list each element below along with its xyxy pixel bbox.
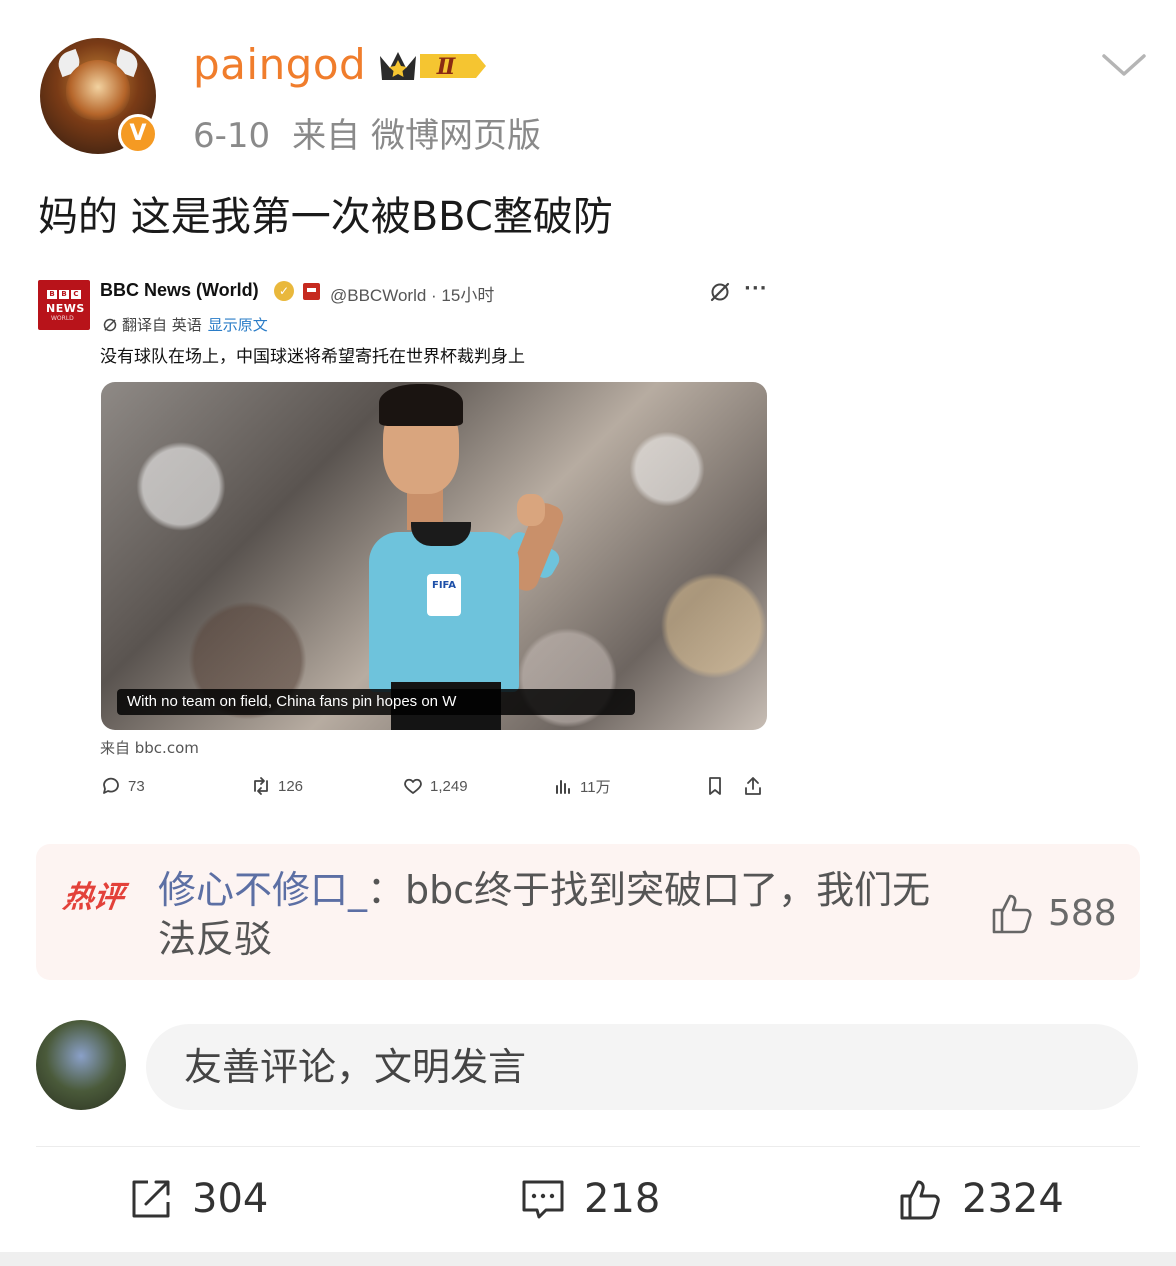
hot-comment-tag: 热评 xyxy=(61,880,126,915)
translated-from-label: 翻译自 英语 xyxy=(122,316,202,334)
like-count: 1,249 xyxy=(430,777,468,795)
chevron-down-icon[interactable] xyxy=(1100,50,1148,80)
retweet-action[interactable]: 126 xyxy=(250,775,303,797)
bookmark-action[interactable] xyxy=(704,775,726,797)
hot-comment-separator: ： xyxy=(367,868,406,912)
tweet-media-image[interactable]: FIFA With no team on field, China fans p… xyxy=(101,382,767,730)
hot-comment-user[interactable]: 修心不修口_ xyxy=(158,868,367,912)
comment-count: 218 xyxy=(584,1176,661,1222)
translate-icon xyxy=(103,318,117,332)
share-icon xyxy=(745,777,761,795)
fifa-badge: FIFA xyxy=(427,574,461,616)
member-crown-icon[interactable]: Ⅱ xyxy=(376,46,488,86)
level-text: Ⅱ xyxy=(436,54,457,80)
repost-count: 304 xyxy=(192,1176,269,1222)
divider xyxy=(36,1146,1140,1147)
repost-button[interactable]: 304 xyxy=(128,1176,268,1222)
username[interactable]: paingod xyxy=(193,40,366,89)
reply-action[interactable]: 73 xyxy=(100,775,145,797)
bookmark-icon xyxy=(709,777,721,795)
show-original-link[interactable]: 显示原文 xyxy=(208,316,268,334)
like-action[interactable]: 1,249 xyxy=(402,775,468,797)
translation-notice: 翻译自 英语 显示原文 xyxy=(102,314,268,335)
link-source[interactable]: 来自 bbc.com xyxy=(100,737,199,758)
views-action[interactable]: 11万 xyxy=(552,775,611,797)
comment-icon xyxy=(522,1180,564,1219)
bottom-edge xyxy=(0,1252,1176,1266)
repost-icon xyxy=(132,1180,170,1218)
share-action[interactable] xyxy=(742,775,764,797)
avatar-image xyxy=(66,60,130,120)
my-avatar[interactable] xyxy=(36,1020,126,1110)
hot-comment-text: 修心不修口_：bbc终于找到突破口了，我们无法反驳 xyxy=(158,866,948,964)
post-source: 来自 微博网页版 xyxy=(292,116,541,156)
post-date: 6-10 xyxy=(193,116,271,156)
referee-collar xyxy=(411,522,471,546)
grok-icon[interactable] xyxy=(708,280,732,304)
views-chart-icon xyxy=(556,780,570,794)
post-text: 妈的 这是我第一次被BBC整破防 xyxy=(38,194,613,240)
views-count: 11万 xyxy=(580,778,611,796)
tweet-account-name[interactable]: BBC News (World) xyxy=(100,280,259,301)
hot-comment-like[interactable]: 588 xyxy=(990,890,1117,936)
heart-icon xyxy=(404,778,422,794)
more-options-icon[interactable]: ··· xyxy=(744,278,768,299)
referee-hand xyxy=(517,494,545,526)
retweet-count: 126 xyxy=(278,777,304,795)
reply-count: 73 xyxy=(128,777,145,795)
retweet-icon xyxy=(254,777,268,795)
comment-button[interactable]: 218 xyxy=(520,1176,660,1222)
tweet-handle-time: @BBCWorld · 15小时 xyxy=(330,286,495,305)
media-caption: With no team on field, China fans pin ho… xyxy=(117,689,635,715)
affiliate-badge-icon xyxy=(303,283,320,300)
like-count-total: 2324 xyxy=(962,1176,1064,1222)
verified-badge-icon: V xyxy=(118,114,158,154)
gold-verified-icon: ✓ xyxy=(274,281,294,301)
thumbs-up-icon xyxy=(900,1180,940,1220)
like-button[interactable]: 2324 xyxy=(898,1176,1064,1222)
thumbs-up-icon xyxy=(992,894,1032,934)
reply-icon xyxy=(103,777,119,794)
referee-hair xyxy=(379,384,463,426)
comment-input[interactable]: 友善评论，文明发言 xyxy=(146,1024,1138,1110)
hot-comment-like-count: 588 xyxy=(1048,892,1117,934)
post-meta: 6-10 来自 微博网页版 xyxy=(193,108,541,157)
bbc-news-logo: BBC NEWS WORLD xyxy=(38,280,90,330)
tweet-body: 没有球队在场上，中国球迷将希望寄托在世界杯裁判身上 xyxy=(100,347,525,367)
